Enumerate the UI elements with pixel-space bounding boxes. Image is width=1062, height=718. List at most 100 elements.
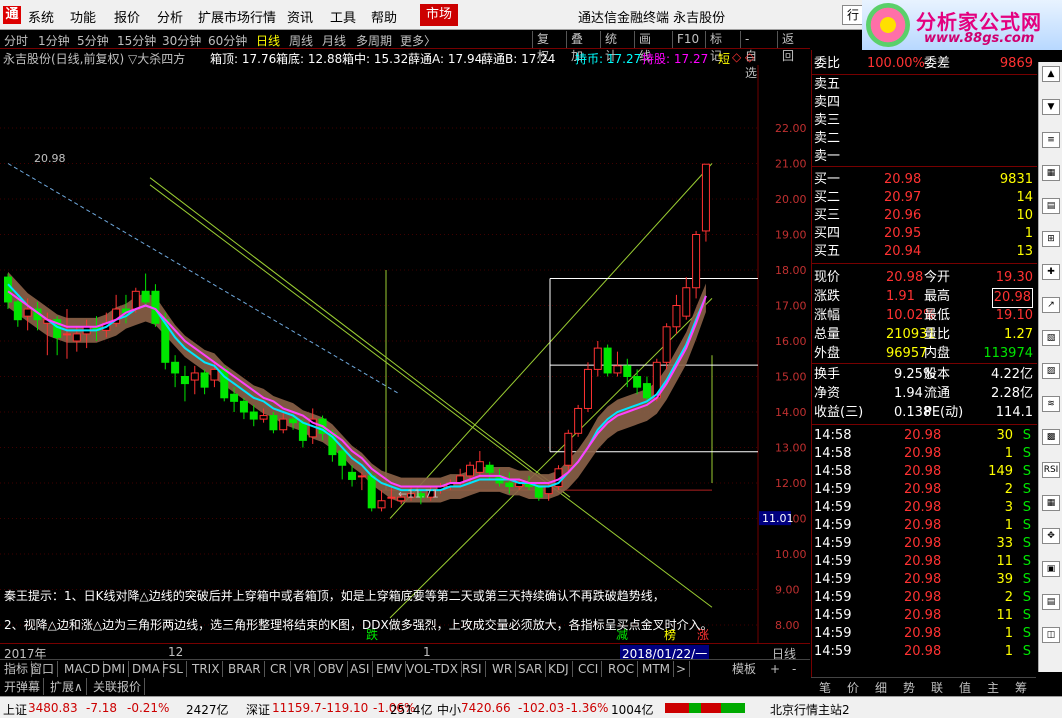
period-tab[interactable]: 月线: [322, 32, 346, 49]
side-tool-icon[interactable]: ≋: [1042, 396, 1060, 412]
indicator-tab[interactable]: EMV: [376, 661, 407, 677]
indicator-tab[interactable]: 窗口: [30, 661, 59, 677]
period-tab[interactable]: 分时: [4, 32, 28, 49]
period-tab[interactable]: 30分钟: [162, 32, 201, 49]
kline-chart[interactable]: 22.00 21.00 20.00 19.00 18.00 17.00 16.00 15.00…: [0, 65, 810, 658]
market-button[interactable]: 市场: [420, 4, 458, 26]
indicator-tab[interactable]: CR: [270, 661, 291, 677]
period-tab[interactable]: 60分钟: [208, 32, 247, 49]
indicator-tab[interactable]: FSL: [162, 661, 187, 677]
indicator-tab[interactable]: MTM: [642, 661, 675, 677]
period-more[interactable]: 更多〉: [400, 32, 436, 49]
side-tool-icon[interactable]: ◫: [1042, 627, 1060, 643]
quote-tab[interactable]: 笔: [819, 679, 831, 696]
indicator-tab[interactable]: OBV: [318, 661, 348, 677]
indicator-tab[interactable]: 指标: [4, 661, 33, 677]
indicator-tab[interactable]: TRIX: [192, 661, 224, 677]
indicator-tab[interactable]: DMA: [132, 661, 164, 677]
period-tab[interactable]: 多周期: [356, 32, 392, 49]
period-tab-active[interactable]: 日线: [256, 32, 280, 49]
app-logo-icon: 通: [3, 6, 21, 24]
tick-row: 14:58 20.98 1 S: [812, 445, 1037, 463]
indicator-tab[interactable]: KDJ: [548, 661, 573, 677]
zoom-out-button[interactable]: -: [792, 661, 796, 677]
side-tool-icon[interactable]: RSI: [1042, 462, 1060, 478]
danmaku-button[interactable]: 开弹幕: [4, 678, 45, 695]
candle: [62, 309, 71, 359]
indicator-tab[interactable]: BRAR: [228, 661, 265, 677]
stat-label: 外盘: [814, 346, 841, 361]
related-quote-button[interactable]: 关联报价: [93, 678, 146, 695]
side-tool-icon[interactable]: ▦: [1042, 495, 1060, 511]
period-tab[interactable]: 1分钟: [38, 32, 70, 49]
overlay-button[interactable]: 叠加: [566, 31, 583, 63]
menu-item-tools[interactable]: 工具: [330, 7, 356, 26]
tick-volume: 11: [996, 608, 1013, 623]
indicator-tab[interactable]: VR: [294, 661, 315, 677]
side-tool-icon[interactable]: ✥: [1042, 528, 1060, 544]
indicator-tab[interactable]: ASI: [350, 661, 374, 677]
quote-toggle-button[interactable]: 行: [842, 5, 864, 25]
menu-item-analysis[interactable]: 分析: [157, 7, 183, 26]
candle: [574, 404, 583, 437]
period-tab[interactable]: 周线: [289, 32, 313, 49]
quote-tab[interactable]: 价: [847, 679, 859, 696]
stat-label: 净资: [814, 386, 841, 401]
indicator-tab[interactable]: >: [676, 661, 691, 677]
back-button[interactable]: 返回: [777, 31, 794, 63]
candle: [269, 412, 278, 434]
menu-item-quote[interactable]: 报价: [114, 7, 140, 26]
side-tool-icon[interactable]: ⊞: [1042, 231, 1060, 247]
kline-chart-svg[interactable]: 22.00 21.00 20.00 19.00 18.00 17.00 16.00 15.00…: [0, 65, 810, 643]
indicator-tab[interactable]: ROC: [608, 661, 639, 677]
menu-item-extended-market[interactable]: 扩展市场行情: [198, 7, 276, 26]
quote-tab[interactable]: 筹: [1015, 679, 1027, 696]
side-tool-icon[interactable]: ↗: [1042, 297, 1060, 313]
menu-item-news[interactable]: 资讯: [287, 7, 313, 26]
side-tool-icon[interactable]: ▨: [1042, 363, 1060, 379]
side-tool-icon[interactable]: ▲: [1042, 66, 1060, 82]
period-tab[interactable]: 15分钟: [117, 32, 156, 49]
tick-volume: 1: [1004, 644, 1013, 659]
indicator-tab[interactable]: WR: [492, 661, 517, 677]
quote-tab[interactable]: 联: [931, 679, 943, 696]
indicator-tab[interactable]: VOL-TDX: [406, 661, 462, 677]
indicator-tab[interactable]: CCI: [578, 661, 603, 677]
indicator-tab[interactable]: DMI: [102, 661, 130, 677]
side-tool-icon[interactable]: ▩: [1042, 429, 1060, 445]
quote-tab[interactable]: 值: [959, 679, 971, 696]
tick-time: 14:58: [814, 464, 852, 479]
f10-button[interactable]: F10: [672, 31, 699, 48]
zoom-in-button[interactable]: +: [770, 661, 780, 677]
side-tool-icon[interactable]: ✚: [1042, 264, 1060, 280]
side-tool-icon[interactable]: ▤: [1042, 198, 1060, 214]
quote-tab[interactable]: 主: [987, 679, 999, 696]
menu-item-help[interactable]: 帮助: [371, 7, 397, 26]
sh-index-value: 3480.83: [28, 701, 78, 715]
indicator-tab[interactable]: MACD: [64, 661, 104, 677]
indicator-tab[interactable]: RSI: [462, 661, 486, 677]
watchlist-button[interactable]: -自选: [740, 31, 757, 80]
template-button[interactable]: 模板: [732, 661, 756, 677]
period-tab[interactable]: 5分钟: [77, 32, 109, 49]
indicator-tab[interactable]: SAR: [518, 661, 547, 677]
menu-item-function[interactable]: 功能: [70, 7, 96, 26]
draw-button[interactable]: 画线: [634, 31, 651, 63]
side-tool-icon[interactable]: ≡: [1042, 132, 1060, 148]
quote-tab[interactable]: 细: [875, 679, 887, 696]
adjust-button[interactable]: 复权: [532, 31, 549, 63]
side-tool-icon[interactable]: ▣: [1042, 561, 1060, 577]
side-tool-icon[interactable]: ▧: [1042, 330, 1060, 346]
quote-tab[interactable]: 势: [903, 679, 915, 696]
tick-volume: 1: [1004, 626, 1013, 641]
side-tool-icon[interactable]: ▤: [1042, 594, 1060, 610]
candle: [613, 351, 622, 377]
menu-item-system[interactable]: 系统: [28, 7, 54, 26]
expand-button[interactable]: 扩展∧: [50, 678, 87, 695]
ask-row: 卖五: [812, 76, 1037, 94]
quote-panel: 委比 100.00% 委差 9869 卖五 卖四 卖三 卖二 卖一 买一 20.98 9831 买二 20…: [811, 50, 1037, 695]
side-tool-icon[interactable]: ▼: [1042, 99, 1060, 115]
stats-button[interactable]: 统计: [600, 31, 617, 63]
mark-button[interactable]: 标记: [705, 31, 722, 63]
side-tool-icon[interactable]: ▦: [1042, 165, 1060, 181]
